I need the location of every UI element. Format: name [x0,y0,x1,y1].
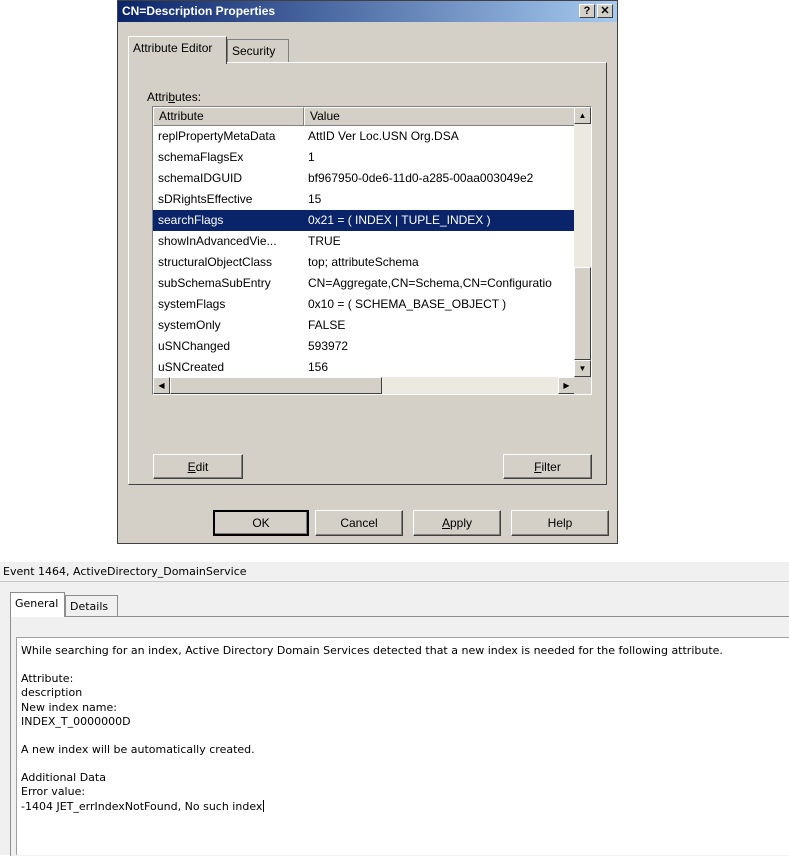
attribute-value: 0x10 = ( SCHEMA_BASE_OBJECT ) [308,297,507,311]
dialog-title: CN=Description Properties [122,4,276,18]
ok-button[interactable]: OK [213,510,309,536]
attribute-name: systemOnly [158,318,221,332]
attribute-value: bf967950-0de6-11d0-a285-00aa003049e2 [308,171,534,185]
apply-button[interactable]: Apply [413,510,501,536]
title-divider [0,581,789,582]
attribute-name: systemFlags [158,297,226,311]
list-item[interactable]: searchFlags 0x21 = ( INDEX | TUPLE_INDEX … [153,210,575,231]
description-line: While searching for an index, Active Dir… [21,644,723,657]
list-item[interactable]: structuralObjectClass top; attributeSchem… [153,252,575,273]
scroll-down-icon[interactable]: ▼ [574,360,591,377]
attribute-value: CN=Aggregate,CN=Schema,CN=Configuratio [308,276,552,290]
event-description-text[interactable]: While searching for an index, Active Dir… [16,637,789,855]
properties-dialog: CN=Description Properties ? ✕ Attribute … [117,0,618,544]
attribute-name: uSNChanged [158,339,231,353]
attribute-value: 156 [308,360,329,374]
attributes-label: Attributes: [147,90,202,104]
horizontal-scroll-thumb[interactable] [170,377,382,394]
scroll-corner [574,377,591,394]
attribute-name: searchFlags [158,213,224,227]
attributes-list[interactable]: Attribute Value replPropertyMetaData AttI… [152,106,592,395]
list-item[interactable]: schemaFlagsEx 1 [153,147,575,168]
description-line: INDEX_T_0000000D [21,714,131,728]
column-header-value[interactable]: Value [304,107,575,126]
attribute-name: sDRightsEffective [158,192,253,206]
attribute-name: schemaIDGUID [158,171,243,185]
list-rows: replPropertyMetaData AttID Ver Loc.USN Or… [153,126,575,394]
list-item[interactable]: sDRightsEffective 15 [153,189,575,210]
vertical-scroll-thumb[interactable] [574,267,591,360]
attribute-value: FALSE [308,318,346,332]
attribute-name: subSchemaSubEntry [158,276,271,290]
close-icon[interactable]: ✕ [597,4,613,18]
help-icon[interactable]: ? [579,4,595,18]
text-cursor [263,799,265,812]
horizontal-scrollbar[interactable]: ◀ ▶ [153,377,575,394]
scroll-left-icon[interactable]: ◀ [153,377,170,394]
description-line: -1404 JET_errIndexNotFound, No such inde… [21,799,265,813]
cancel-button[interactable]: Cancel [315,510,403,536]
vertical-scrollbar[interactable]: ▲ ▼ [574,107,591,377]
help-button[interactable]: Help [511,510,609,536]
description-line [21,729,789,743]
dialog-titlebar: CN=Description Properties ? ✕ [118,1,617,22]
attribute-value: 1 [308,150,315,164]
attribute-value: top; attributeSchema [308,255,419,269]
attribute-name: uSNCreated [158,360,225,374]
attribute-name: replPropertyMetaData [158,129,276,143]
description-line: description [21,686,83,700]
description-line: New index name: [21,700,117,714]
filter-button[interactable]: Filter [503,454,592,479]
list-item[interactable]: uSNChanged 593972 [153,336,575,357]
attribute-value: 593972 [308,339,349,353]
event-viewer-panel: Event 1464, ActiveDirectory_DomainServic… [0,562,789,856]
list-item[interactable]: systemFlags 0x10 = ( SCHEMA_BASE_OBJECT ) [153,294,575,315]
attribute-name: schemaFlagsEx [158,150,244,164]
list-item[interactable]: uSNCreated 156 [153,357,575,378]
column-header-attribute[interactable]: Attribute [153,107,304,126]
description-line [21,658,789,672]
description-line: Attribute: [21,672,74,686]
scroll-right-icon[interactable]: ▶ [558,377,575,394]
attribute-value: TRUE [308,234,341,248]
tab-security[interactable]: Security [227,39,289,63]
attribute-value: 15 [308,192,322,206]
tab-details[interactable]: Details [65,595,118,617]
scroll-up-icon[interactable]: ▲ [574,107,591,124]
description-line: A new index will be automatically create… [21,743,255,757]
list-item[interactable]: showInAdvancedVie... TRUE [153,231,575,252]
list-item[interactable]: subSchemaSubEntry CN=Aggregate,CN=Schema,… [153,273,575,294]
attribute-value: 0x21 = ( INDEX | TUPLE_INDEX ) [308,213,491,227]
attribute-value: AttID Ver Loc.USN Org.DSA [308,129,459,143]
description-line: Error value: [21,785,86,799]
description-line: Additional Data [21,771,106,785]
list-item[interactable]: systemOnly FALSE [153,315,575,336]
list-header: Attribute Value [153,107,575,126]
tab-attribute-editor[interactable]: Attribute Editor [128,36,227,64]
edit-button[interactable]: Edit [153,454,243,479]
attribute-editor-panel: Attributes: Attribute Value replProperty… [128,62,607,485]
attribute-name: structuralObjectClass [158,255,273,269]
event-title: Event 1464, ActiveDirectory_DomainServic… [3,565,247,578]
tab-general[interactable]: General [10,592,65,617]
attribute-name: showInAdvancedVie... [158,234,277,248]
list-item[interactable]: schemaIDGUID bf967950-0de6-11d0-a285-00aa… [153,168,575,189]
description-line [21,757,789,771]
list-item[interactable]: replPropertyMetaData AttID Ver Loc.USN Or… [153,126,575,147]
